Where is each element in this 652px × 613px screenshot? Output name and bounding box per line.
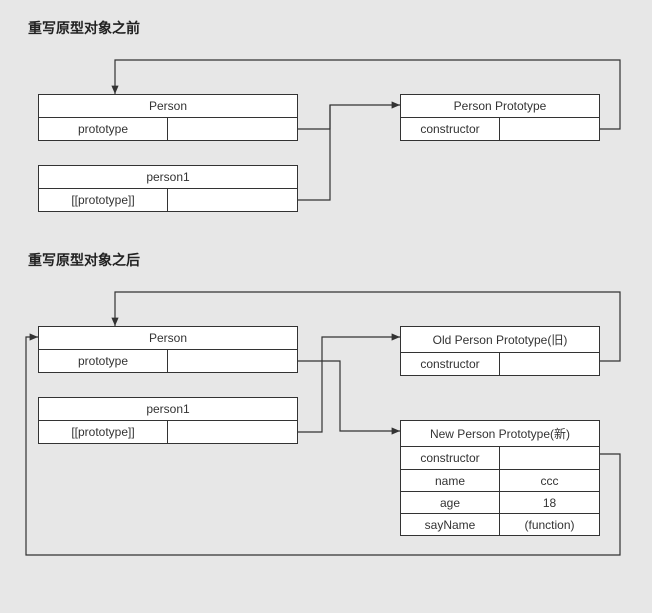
cell-key: name [401, 470, 500, 491]
arrow-after-proto-chain-old [298, 337, 400, 432]
box-row: prototype [39, 118, 297, 140]
box-header: person1 [39, 166, 297, 189]
section-before-title: 重写原型对象之前 [28, 18, 140, 38]
box-header: Old Person Prototype(旧) [401, 327, 599, 353]
box-row: [[prototype]] [39, 421, 297, 443]
section-after-title: 重写原型对象之后 [28, 250, 140, 270]
after-old-proto-box: Old Person Prototype(旧) constructor [400, 326, 600, 376]
cell-value [168, 118, 297, 140]
cell-value: 18 [500, 492, 599, 513]
box-header: Person Prototype [401, 95, 599, 118]
cell-key: constructor [401, 353, 500, 375]
arrow-after-prototype-new [298, 361, 400, 431]
box-row: constructor [401, 353, 599, 375]
cell-value: (function) [500, 514, 599, 535]
box-header: New Person Prototype(新) [401, 421, 599, 447]
box-header: person1 [39, 398, 297, 421]
before-proto-box: Person Prototype constructor [400, 94, 600, 141]
box-row: constructor [401, 447, 599, 469]
box-row: [[prototype]] [39, 189, 297, 211]
cell-key: prototype [39, 118, 168, 140]
cell-key: [[prototype]] [39, 189, 168, 211]
cell-key: constructor [401, 447, 500, 469]
cell-value [168, 189, 297, 211]
after-new-proto-box: New Person Prototype(新) constructor name… [400, 420, 600, 536]
cell-value [500, 447, 599, 469]
before-person-box: Person prototype [38, 94, 298, 141]
cell-value [168, 421, 297, 443]
cell-key: constructor [401, 118, 500, 140]
after-person1-box: person1 [[prototype]] [38, 397, 298, 444]
box-row: prototype [39, 350, 297, 372]
cell-value [500, 118, 599, 140]
box-row: constructor [401, 118, 599, 140]
cell-value [500, 353, 599, 375]
cell-value: ccc [500, 470, 599, 491]
after-person-box: Person prototype [38, 326, 298, 373]
box-row: sayName (function) [401, 513, 599, 535]
cell-value [168, 350, 297, 372]
box-row: age 18 [401, 491, 599, 513]
arrow-before-proto-chain [298, 105, 330, 200]
arrow-before-prototype [298, 105, 400, 129]
cell-key: prototype [39, 350, 168, 372]
cell-key: sayName [401, 514, 500, 535]
box-header: Person [39, 95, 297, 118]
cell-key: age [401, 492, 500, 513]
cell-key: [[prototype]] [39, 421, 168, 443]
before-person1-box: person1 [[prototype]] [38, 165, 298, 212]
box-header: Person [39, 327, 297, 350]
box-row: name ccc [401, 469, 599, 491]
